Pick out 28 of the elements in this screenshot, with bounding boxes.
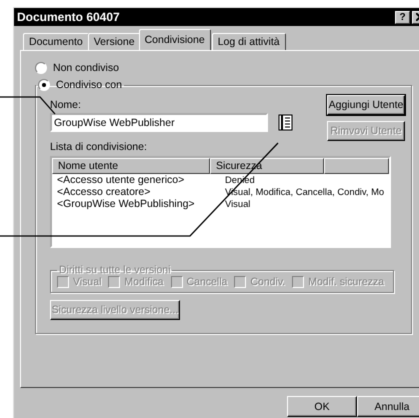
radio-label: Condiviso con [56, 79, 122, 91]
checkbox-label: Visual [73, 276, 102, 288]
dialog-button[interactable]: Annulla [357, 396, 419, 417]
window-title: Documento 60407 [17, 10, 120, 24]
column-header[interactable] [324, 158, 389, 174]
list-label: Lista di condivisione: [50, 141, 147, 153]
user-cell[interactable]: <Accesso creatore> [52, 186, 220, 198]
name-field[interactable]: GroupWise WebPublisher [50, 113, 268, 132]
checkbox-label: Condiv. [250, 276, 286, 288]
tab[interactable]: Documento [23, 33, 89, 50]
help-button[interactable]: ? [395, 10, 410, 24]
security-cell[interactable]: Visual [220, 198, 329, 210]
checkbox-label: Modif. sicurezza [308, 276, 384, 288]
radio-label: Non condiviso [53, 62, 119, 74]
radio-button[interactable] [35, 62, 47, 74]
add-user-button[interactable]: Aggiungi Utente [327, 95, 405, 115]
user-cell[interactable]: <Accesso utente generico> [52, 174, 220, 186]
tab[interactable]: Log di attività [212, 33, 286, 50]
checkbox-label: Cancella [186, 276, 228, 288]
tab[interactable]: Versione [88, 33, 141, 50]
column-header[interactable]: Nome utente [52, 158, 210, 174]
name-label: Nome: [50, 99, 82, 111]
tab[interactable]: Condivisione [138, 29, 211, 50]
checkbox-label: Modifica [124, 276, 164, 288]
address-book-icon[interactable] [278, 114, 293, 131]
radio-button[interactable] [38, 79, 50, 91]
user-cell[interactable]: <GroupWise WebPublishing> [52, 198, 220, 210]
dialog-button[interactable]: OK [287, 396, 357, 417]
